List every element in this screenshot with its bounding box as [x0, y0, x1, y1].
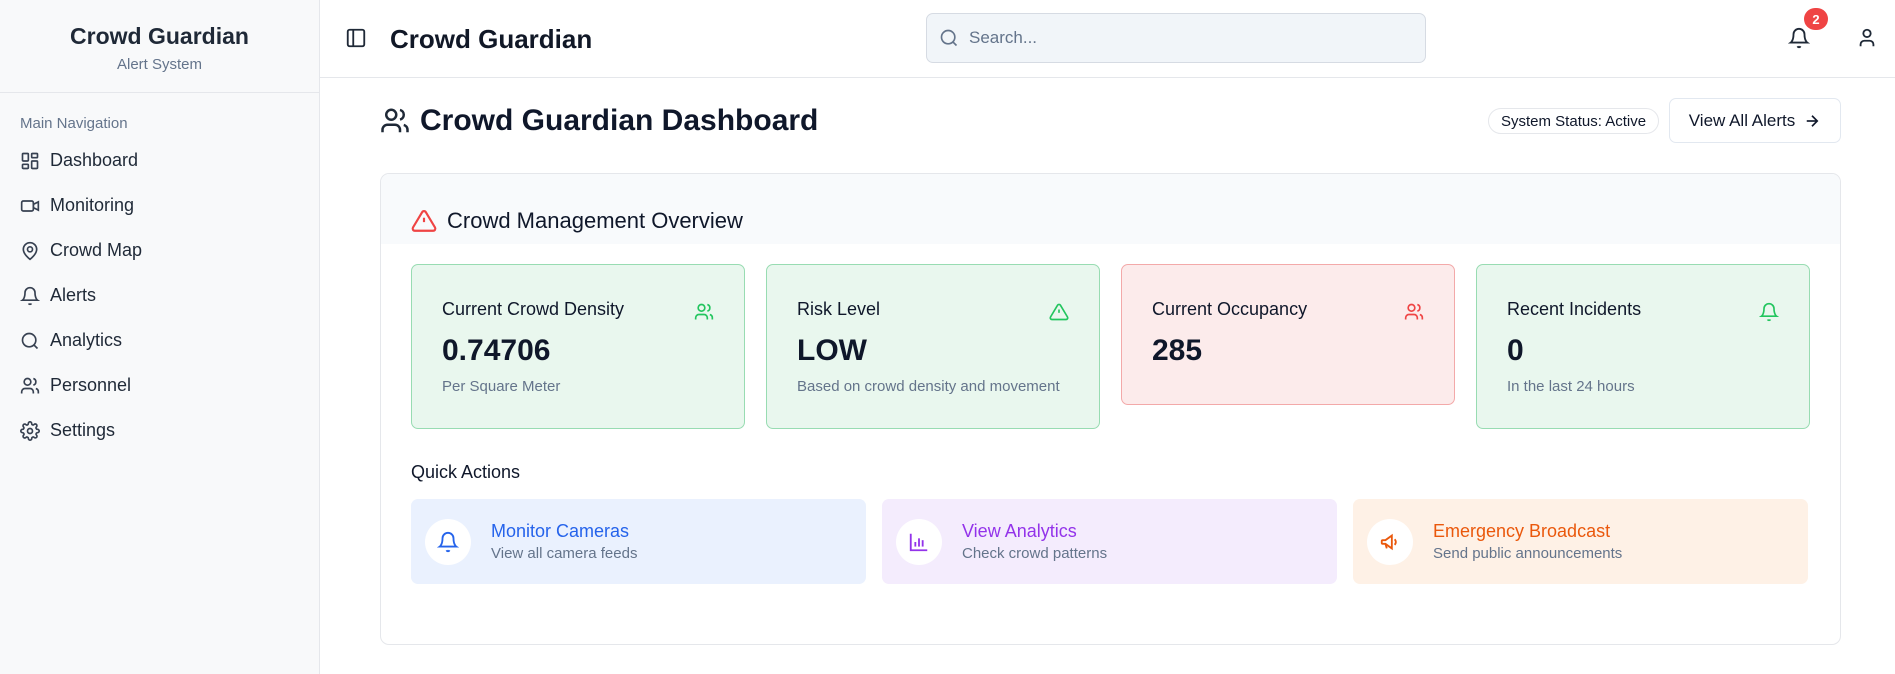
- sidebar-item-alerts[interactable]: Alerts: [0, 273, 319, 318]
- stat-note: Per Square Meter: [442, 378, 561, 395]
- emergency-broadcast-button[interactable]: Emergency Broadcast Send public announce…: [1353, 499, 1808, 584]
- sidebar-item-personnel[interactable]: Personnel: [0, 363, 319, 408]
- stat-card-recent-incidents: Recent Incidents 0 In the last 24 hours: [1476, 264, 1810, 429]
- stat-value: 0: [1507, 334, 1524, 367]
- qa-text: Monitor Cameras View all camera feeds: [491, 521, 637, 562]
- sidebar-item-label: Personnel: [50, 375, 132, 395]
- qa-text: View Analytics Check crowd patterns: [962, 521, 1107, 562]
- overview-title: Crowd Management Overview: [447, 208, 743, 233]
- page-title-row: Crowd Guardian Dashboard: [380, 104, 818, 138]
- system-status-badge: System Status: Active: [1488, 108, 1660, 134]
- overview-header: Crowd Management Overview: [381, 174, 1840, 244]
- header-title: Crowd Guardian: [390, 24, 593, 54]
- bell-icon: [1759, 302, 1779, 322]
- main-navigation: Dashboard Monitoring Crowd Map Alerts An…: [0, 138, 319, 453]
- search-icon: [939, 28, 959, 48]
- qa-title: Monitor Cameras: [491, 521, 630, 541]
- sidebar-item-analytics[interactable]: Analytics: [0, 318, 319, 363]
- search-input[interactable]: [969, 28, 1409, 48]
- crowd-overview-card: Crowd Management Overview Current Crowd …: [380, 173, 1841, 645]
- sidebar-item-dashboard[interactable]: Dashboard: [0, 138, 319, 183]
- stat-value: 285: [1152, 334, 1203, 367]
- qa-subtitle: Send public announcements: [1433, 545, 1623, 562]
- search-icon: [20, 331, 40, 351]
- brand-title: Crowd Guardian: [70, 23, 249, 49]
- megaphone-icon: [1379, 531, 1401, 553]
- sidebar-item-monitoring[interactable]: Monitoring: [0, 183, 319, 228]
- notifications-bell-icon[interactable]: [1788, 27, 1810, 49]
- search-box[interactable]: [926, 13, 1426, 63]
- stat-note: Based on crowd density and movement: [797, 378, 1060, 395]
- sidebar-item-label: Alerts: [50, 285, 97, 305]
- qa-icon-circle: [425, 518, 471, 565]
- brand-subtitle: Alert System: [116, 56, 203, 73]
- sidebar-item-label: Crowd Map: [50, 240, 143, 260]
- users-icon: [380, 106, 410, 136]
- bell-icon: [20, 286, 40, 306]
- page-title: Crowd Guardian Dashboard: [420, 104, 819, 137]
- users-icon: [1404, 302, 1424, 322]
- sidebar-brand: Crowd Guardian Alert System: [0, 0, 319, 93]
- qa-subtitle: Check crowd patterns: [962, 545, 1108, 562]
- view-analytics-button[interactable]: View Analytics Check crowd patterns: [882, 499, 1337, 584]
- stat-value: LOW: [797, 334, 867, 367]
- users-icon: [20, 376, 40, 396]
- user-profile-icon[interactable]: [1856, 27, 1878, 49]
- sidebar-item-label: Dashboard: [50, 150, 139, 170]
- stat-label: Current Crowd Density: [442, 299, 625, 319]
- sidebar-item-label: Settings: [50, 420, 116, 440]
- dashboard-grid-icon: [20, 151, 40, 171]
- sidebar-item-label: Monitoring: [50, 195, 135, 215]
- stat-note: In the last 24 hours: [1507, 378, 1635, 395]
- qa-text: Emergency Broadcast Send public announce…: [1433, 521, 1622, 562]
- stat-label: Recent Incidents: [1507, 299, 1642, 319]
- video-camera-icon: [20, 196, 40, 216]
- bell-icon: [437, 531, 459, 553]
- view-all-alerts-label: View All Alerts: [1688, 110, 1796, 130]
- warning-triangle-icon: [411, 208, 437, 234]
- top-header: Crowd Guardian 2: [320, 0, 1895, 78]
- sidebar-item-label: Analytics: [50, 330, 123, 350]
- qa-subtitle: View all camera feeds: [491, 545, 638, 562]
- stat-label: Current Occupancy: [1152, 299, 1308, 319]
- qa-icon-circle: [896, 518, 942, 565]
- sidebar: Crowd Guardian Alert System Main Navigat…: [0, 0, 320, 674]
- gear-icon: [20, 420, 40, 441]
- monitor-cameras-button[interactable]: Monitor Cameras View all camera feeds: [411, 499, 866, 584]
- qa-title: Emergency Broadcast: [1433, 521, 1611, 541]
- nav-group-label: Main Navigation: [20, 115, 128, 132]
- map-pin-icon: [20, 241, 40, 261]
- warning-triangle-icon: [1049, 302, 1069, 322]
- arrow-right-icon: [1803, 112, 1821, 130]
- qa-title: View Analytics: [962, 521, 1077, 541]
- stat-value: 0.74706: [442, 334, 551, 367]
- stat-card-risk-level: Risk Level LOW Based on crowd density an…: [766, 264, 1100, 429]
- sidebar-toggle-icon[interactable]: [345, 27, 367, 49]
- view-all-alerts-button[interactable]: View All Alerts: [1669, 98, 1841, 143]
- quick-actions-title: Quick Actions: [411, 462, 521, 482]
- sidebar-item-settings[interactable]: Settings: [0, 408, 319, 453]
- stat-label: Risk Level: [797, 299, 881, 319]
- sidebar-item-crowd-map[interactable]: Crowd Map: [0, 228, 319, 273]
- stat-card-occupancy: Current Occupancy 285: [1121, 264, 1455, 405]
- stat-card-crowd-density: Current Crowd Density 0.74706 Per Square…: [411, 264, 745, 429]
- users-icon: [694, 302, 714, 322]
- bar-chart-icon: [908, 531, 930, 553]
- notification-count-badge: 2: [1804, 8, 1828, 30]
- qa-icon-circle: [1367, 518, 1413, 565]
